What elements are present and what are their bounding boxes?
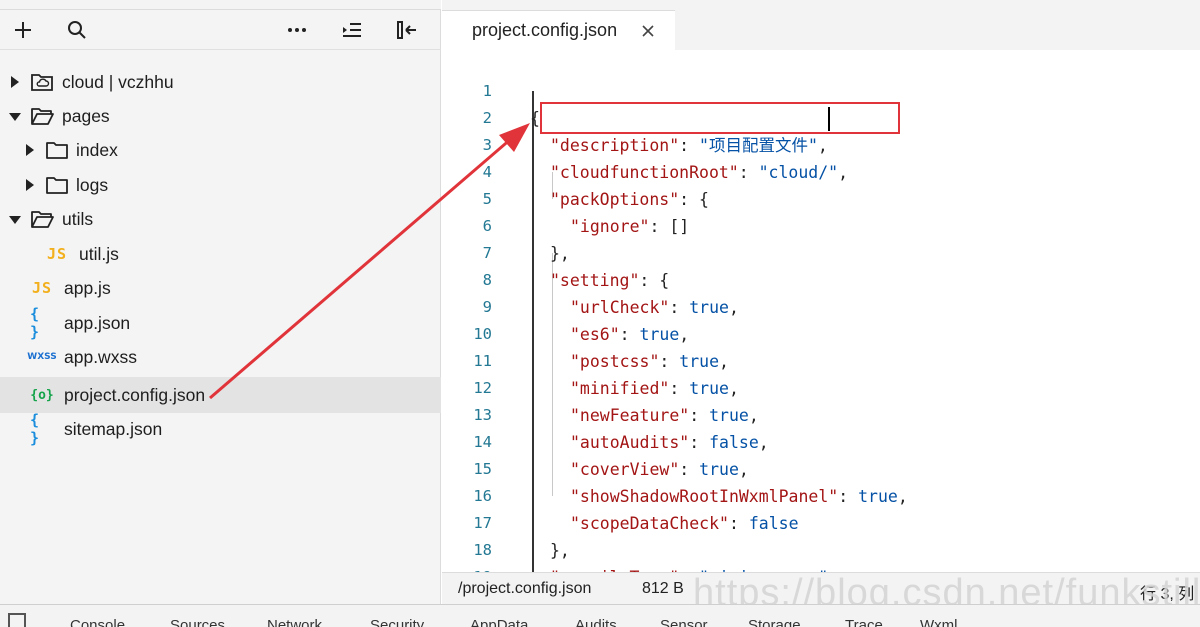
- search-icon[interactable]: [64, 18, 90, 42]
- tree-item-label: cloud | vczhhu: [62, 72, 174, 92]
- code-line: 2 "description": "项目配置文件",: [442, 78, 1200, 155]
- tree-item-util-js[interactable]: JS util.js: [0, 237, 441, 271]
- code-line: 16 "scopeDataCheck": false: [442, 456, 1200, 533]
- tab-sensor[interactable]: Sensor: [660, 617, 708, 627]
- tree-item-project-config-json[interactable]: {o} project.config.json: [0, 377, 441, 413]
- tree-item-pages[interactable]: pages: [0, 99, 441, 133]
- tab-security[interactable]: Security: [370, 617, 424, 627]
- folder-icon: [45, 175, 69, 195]
- line-number: 19: [442, 564, 492, 572]
- code-text: "compileType": "miniprogram",: [550, 564, 838, 572]
- annotation-highlight-box: [540, 102, 900, 134]
- tree-item-label: app.js: [64, 278, 111, 298]
- tab-wxml[interactable]: Wxml: [920, 617, 958, 627]
- status-bar: /project.config.json 812 B 行 3, 列: [442, 572, 1200, 604]
- code-line: 17 },: [442, 483, 1200, 560]
- tab-sources[interactable]: Sources: [170, 617, 225, 627]
- wxss-file-icon: WXSS: [27, 352, 57, 362]
- tree-item-label: logs: [76, 175, 109, 195]
- code-line: 18 "compileType": "miniprogram",: [442, 510, 1200, 572]
- code-line: 14 "coverView": true,: [442, 402, 1200, 479]
- tree-item-cloud[interactable]: cloud | vczhhu: [0, 65, 441, 99]
- tree-item-label: sitemap.json: [64, 419, 163, 439]
- status-cursor-position: 行 3, 列: [1140, 586, 1195, 603]
- tab-network[interactable]: Network: [267, 617, 322, 627]
- tab-audits[interactable]: Audits: [575, 617, 617, 627]
- code-line: 12 "newFeature": true,: [442, 348, 1200, 425]
- code-line: 6 },: [442, 186, 1200, 263]
- tree-item-app-js[interactable]: JS app.js: [0, 271, 441, 305]
- tree-item-label: app.json: [64, 313, 131, 333]
- code-line: 19 "libVersion": "2.10.4",: [442, 537, 1200, 572]
- code-line: 1 {: [442, 51, 1200, 128]
- tree-item-sitemap-json[interactable]: { } sitemap.json: [0, 411, 441, 447]
- code-line: 10 "postcss": true,: [442, 294, 1200, 371]
- close-icon[interactable]: [640, 23, 656, 39]
- json-file-icon: { }: [30, 305, 40, 341]
- explorer-toolbar: [0, 10, 441, 50]
- caret-right-icon[interactable]: [11, 76, 19, 88]
- tree-item-label: app.wxss: [64, 347, 137, 367]
- tree-item-logs[interactable]: logs: [0, 168, 441, 202]
- tab-trace[interactable]: Trace: [845, 617, 883, 627]
- tree-item-index[interactable]: index: [0, 133, 441, 167]
- status-file-path: /project.config.json: [458, 580, 592, 597]
- folder-icon: [45, 140, 69, 160]
- code-editor: project.config.json 1 { 2 "description":…: [442, 0, 1200, 604]
- tab-project-config-json[interactable]: project.config.json: [442, 10, 675, 50]
- ellipsis-icon[interactable]: [284, 18, 310, 42]
- cloud-folder-icon: [30, 72, 54, 92]
- tree-item-app-json[interactable]: { } app.json: [0, 305, 441, 341]
- sidebar-top-strip: [0, 0, 441, 10]
- file-explorer-sidebar: cloud | vczhhu pages index logs utils JS…: [0, 0, 441, 604]
- outdent-icon[interactable]: [339, 18, 365, 42]
- caret-right-icon[interactable]: [26, 179, 34, 191]
- tab-appdata[interactable]: AppData: [470, 617, 528, 627]
- folder-open-icon: [30, 209, 54, 229]
- caret-right-icon[interactable]: [26, 144, 34, 156]
- plus-icon[interactable]: [10, 18, 36, 42]
- devtools-tab-bar: Console Sources Network Security AppData…: [0, 604, 1200, 627]
- folder-open-icon: [30, 106, 54, 126]
- code-line: 9 "es6": true,: [442, 267, 1200, 344]
- code-line: 7 "setting": {: [442, 213, 1200, 290]
- tree-item-label: utils: [62, 209, 94, 229]
- tree-item-app-wxss[interactable]: WXSS app.wxss: [0, 340, 441, 374]
- code-line: 13 "autoAudits": false,: [442, 375, 1200, 452]
- code-line: 15 "showShadowRootInWxmlPanel": true,: [442, 429, 1200, 506]
- js-file-icon: JS: [31, 279, 53, 297]
- tree-item-label: index: [76, 140, 118, 160]
- tree-item-label: project.config.json: [64, 385, 206, 405]
- caret-down-icon[interactable]: [9, 113, 21, 121]
- tab-label: project.config.json: [472, 20, 618, 40]
- tree-item-label: pages: [62, 106, 110, 126]
- json-file-icon: { }: [30, 411, 40, 447]
- js-file-icon: JS: [46, 245, 68, 263]
- code-line: 11 "minified": true,: [442, 321, 1200, 398]
- tab-storage[interactable]: Storage: [748, 617, 801, 627]
- tree-item-label: util.js: [79, 244, 119, 264]
- collapse-panel-icon[interactable]: [394, 18, 420, 42]
- caret-down-icon[interactable]: [9, 216, 21, 224]
- code-line: 8 "urlCheck": true,: [442, 240, 1200, 317]
- tree-item-utils[interactable]: utils: [0, 202, 441, 236]
- code-line: 5 "ignore": []: [442, 159, 1200, 236]
- status-file-size: 812 B: [642, 580, 684, 597]
- code-line: 4 "packOptions": {: [442, 132, 1200, 209]
- config-file-icon: {o}: [30, 387, 54, 403]
- dock-panel-icon[interactable]: [8, 613, 26, 627]
- tab-console[interactable]: Console: [70, 617, 125, 627]
